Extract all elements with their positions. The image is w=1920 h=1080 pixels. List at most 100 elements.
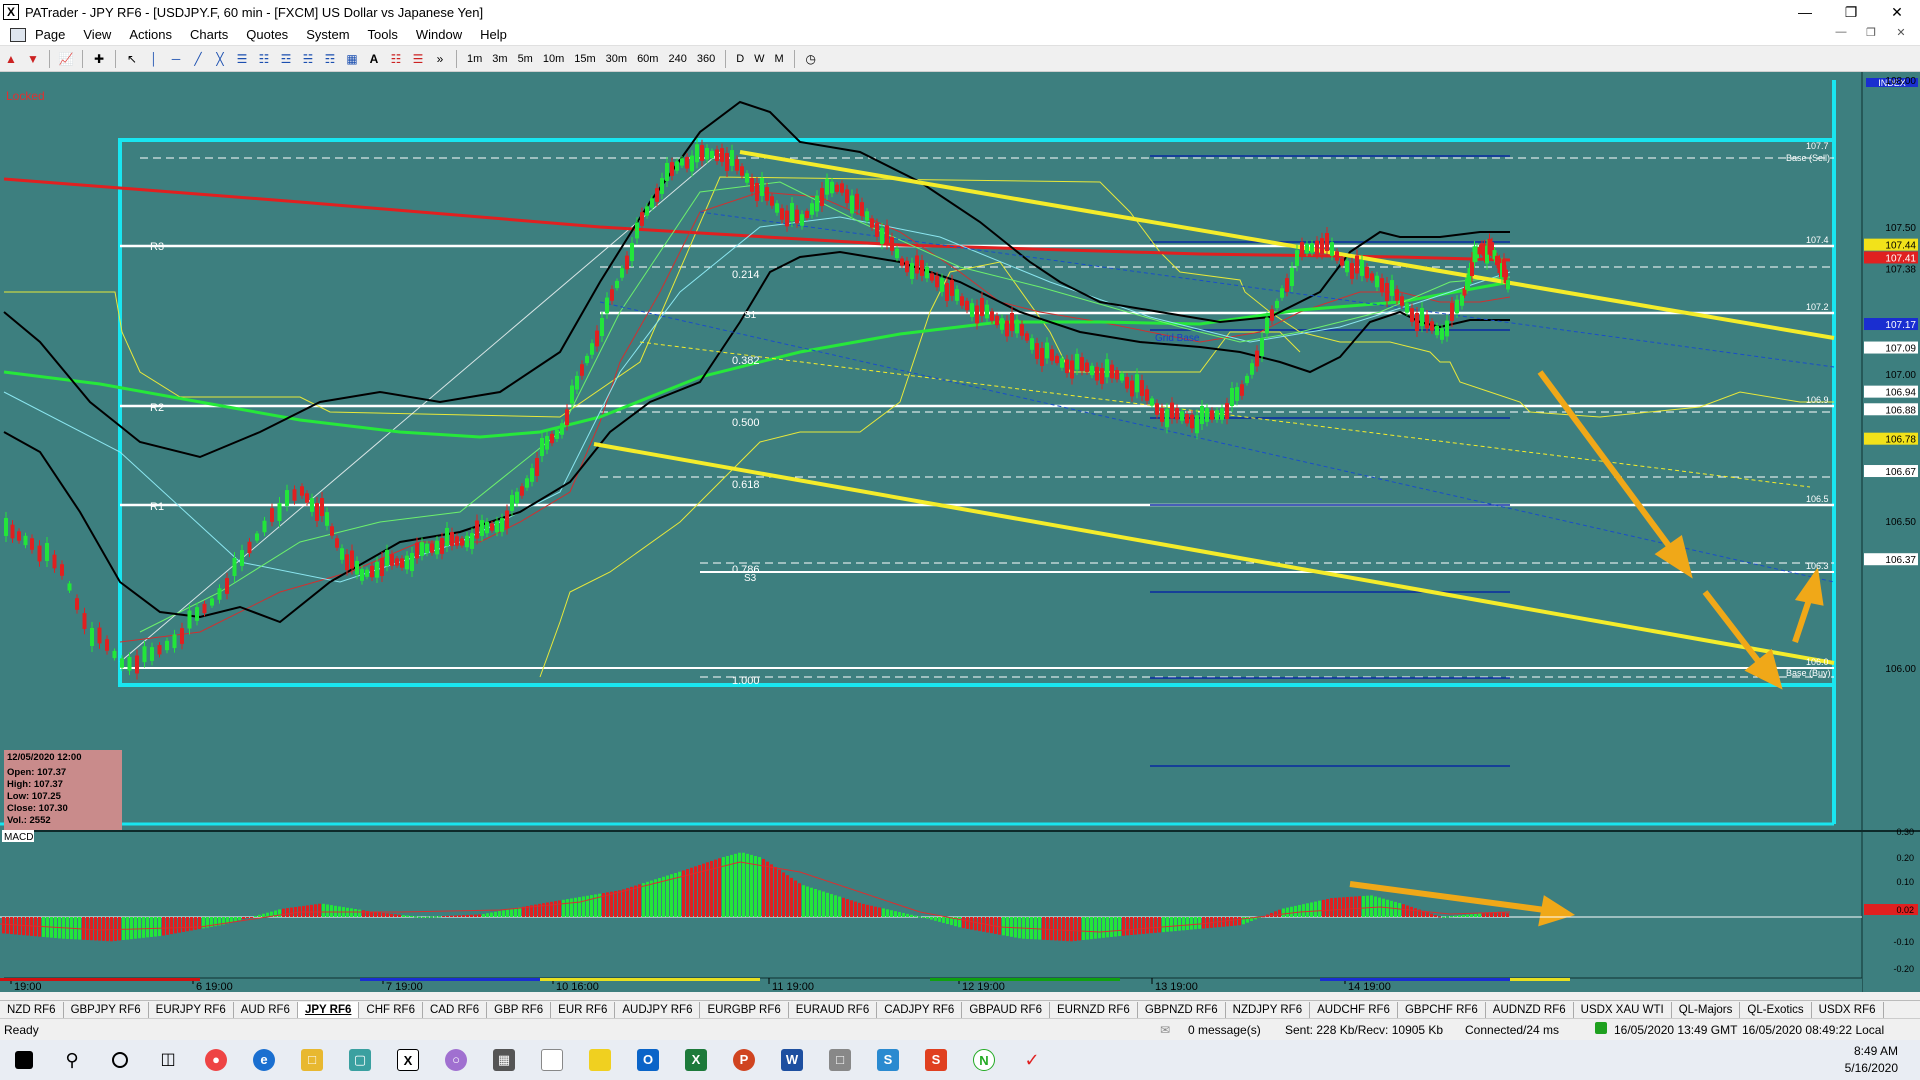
chrome-icon[interactable]: ● (192, 1040, 240, 1080)
menu-window[interactable]: Window (407, 27, 471, 42)
symbol-tab[interactable]: GBPAUD RF6 (962, 1001, 1050, 1018)
timeframe-15m[interactable]: 15m (569, 53, 600, 65)
chart-area[interactable]: Locked R3 S1 R2 R1 S3 0.214 0.382 0.500 … (0, 72, 1920, 993)
symbol-tab[interactable]: EURAUD RF6 (789, 1001, 878, 1018)
symbol-tab[interactable]: USDX XAU WTI (1574, 1001, 1672, 1018)
timeframe-360[interactable]: 360 (692, 53, 720, 65)
mail-icon[interactable]: ✉ (1160, 1023, 1170, 1037)
menu-charts[interactable]: Charts (181, 27, 237, 42)
timeframe-m[interactable]: M (770, 53, 789, 65)
page-icon[interactable] (10, 27, 26, 42)
notepad-icon[interactable] (528, 1040, 576, 1080)
app-icon-green[interactable]: N (960, 1040, 1008, 1080)
mdi-restore-button[interactable]: ❐ (1856, 26, 1886, 39)
horizontal-line-icon[interactable]: ─ (167, 51, 185, 67)
price-chart[interactable]: Locked R3 S1 R2 R1 S3 0.214 0.382 0.500 … (0, 72, 1920, 993)
menu-view[interactable]: View (74, 27, 120, 42)
cycle-icon[interactable]: ☶ (321, 51, 339, 67)
powerpoint-icon[interactable]: P (720, 1040, 768, 1080)
sticky-notes-icon[interactable] (576, 1040, 624, 1080)
status-messages[interactable]: 0 message(s) (1188, 1023, 1261, 1037)
symbol-tab[interactable]: JPY RF6 (297, 1001, 360, 1018)
channel-icon[interactable]: ☰ (233, 51, 251, 67)
app-icon-teal[interactable]: ▢ (336, 1040, 384, 1080)
symbol-tab[interactable]: NZDJPY RF6 (1226, 1001, 1311, 1018)
symbol-tab[interactable]: QL-Majors (1672, 1001, 1741, 1018)
chart-icon[interactable]: 📈 (57, 51, 75, 67)
cursor-icon[interactable]: ↖ (123, 51, 141, 67)
menu-actions[interactable]: Actions (120, 27, 181, 42)
symbol-tab[interactable]: AUD RF6 (234, 1001, 298, 1018)
symbol-tab[interactable]: QL-Exotics (1740, 1001, 1812, 1018)
timeframe-5m[interactable]: 5m (513, 53, 538, 65)
menu-page[interactable]: Page (26, 27, 74, 42)
fib-icon[interactable]: ☷ (255, 51, 273, 67)
timeframe-w[interactable]: W (749, 53, 769, 65)
symbol-tab[interactable]: AUDCHF RF6 (1310, 1001, 1398, 1018)
task-view-icon[interactable]: ◫ (144, 1040, 192, 1080)
more-tools-icon[interactable]: » (431, 51, 449, 67)
word-icon[interactable]: W (768, 1040, 816, 1080)
patrader-icon[interactable]: X (384, 1040, 432, 1080)
symbol-tab[interactable]: GBPNZD RF6 (1138, 1001, 1226, 1018)
symbol-tab[interactable]: CHF RF6 (359, 1001, 423, 1018)
pattern-icon[interactable]: ☷ (387, 51, 405, 67)
symbol-tab[interactable]: AUDNZD RF6 (1486, 1001, 1574, 1018)
menu-quotes[interactable]: Quotes (237, 27, 297, 42)
symbol-tab[interactable]: AUDJPY RF6 (615, 1001, 701, 1018)
menu-system[interactable]: System (297, 27, 358, 42)
minimize-button[interactable]: — (1782, 0, 1828, 24)
grid-icon[interactable]: ▦ (343, 51, 361, 67)
buy-icon[interactable]: ▲ (2, 51, 20, 67)
sell-icon[interactable]: ▼ (24, 51, 42, 67)
timeframe-d[interactable]: D (731, 53, 749, 65)
timeframe-1m[interactable]: 1m (462, 53, 487, 65)
timeframe-240[interactable]: 240 (663, 53, 691, 65)
file-explorer-icon[interactable]: □ (288, 1040, 336, 1080)
symbol-tab[interactable]: CADJPY RF6 (877, 1001, 963, 1018)
crosshair-icon[interactable]: ✚ (90, 51, 108, 67)
timeframe-30m[interactable]: 30m (601, 53, 632, 65)
mdi-close-button[interactable]: ✕ (1886, 26, 1916, 39)
app-icon-purple[interactable]: ○ (432, 1040, 480, 1080)
menu-help[interactable]: Help (471, 27, 516, 42)
symbol-tab[interactable]: GBPJPY RF6 (64, 1001, 149, 1018)
calculator-icon[interactable]: ▦ (480, 1040, 528, 1080)
maximize-button[interactable]: ❐ (1828, 0, 1874, 24)
symbol-tab[interactable]: GBP RF6 (487, 1001, 552, 1018)
timeframe-3m[interactable]: 3m (487, 53, 512, 65)
symbol-tab[interactable]: CAD RF6 (423, 1001, 488, 1018)
cortana-icon[interactable] (96, 1040, 144, 1080)
candle-body (1050, 349, 1054, 361)
fan-icon[interactable]: ╳ (211, 51, 229, 67)
app-icon-red-check[interactable]: ✓ (1008, 1040, 1056, 1080)
search-icon[interactable]: ⚲ (48, 1040, 96, 1080)
fib-extension-icon[interactable]: ☲ (277, 51, 295, 67)
timeframe-10m[interactable]: 10m (538, 53, 569, 65)
edge-icon[interactable]: e (240, 1040, 288, 1080)
symbol-tab[interactable]: EURNZD RF6 (1050, 1001, 1138, 1018)
timeframe-60m[interactable]: 60m (632, 53, 663, 65)
symbol-tab[interactable]: EURGBP RF6 (700, 1001, 789, 1018)
app-icon-grey[interactable]: □ (816, 1040, 864, 1080)
app-icon-red-s[interactable]: S (912, 1040, 960, 1080)
symbol-tab[interactable]: EUR RF6 (551, 1001, 616, 1018)
levels-icon[interactable]: ☰ (409, 51, 427, 67)
app-icon-blue-s[interactable]: S (864, 1040, 912, 1080)
symbol-tab[interactable]: NZD RF6 (0, 1001, 64, 1018)
close-button[interactable]: ✕ (1874, 0, 1920, 24)
text-icon[interactable]: A (365, 51, 383, 67)
mdi-minimize-button[interactable]: — (1826, 26, 1856, 39)
menu-tools[interactable]: Tools (359, 27, 407, 42)
outlook-icon[interactable]: O (624, 1040, 672, 1080)
excel-icon[interactable]: X (672, 1040, 720, 1080)
line-icon[interactable]: ╱ (189, 51, 207, 67)
symbol-tab[interactable]: EURJPY RF6 (149, 1001, 234, 1018)
vertical-line-icon[interactable]: │ (145, 51, 163, 67)
symbol-tab[interactable]: USDX RF6 (1812, 1001, 1884, 1018)
gann-icon[interactable]: ☵ (299, 51, 317, 67)
symbol-tab[interactable]: GBPCHF RF6 (1398, 1001, 1486, 1018)
system-clock[interactable]: 8:49 AM 5/16/2020 (1845, 1043, 1898, 1077)
start-icon[interactable] (0, 1040, 48, 1080)
clock-icon[interactable]: ◷ (802, 51, 820, 67)
